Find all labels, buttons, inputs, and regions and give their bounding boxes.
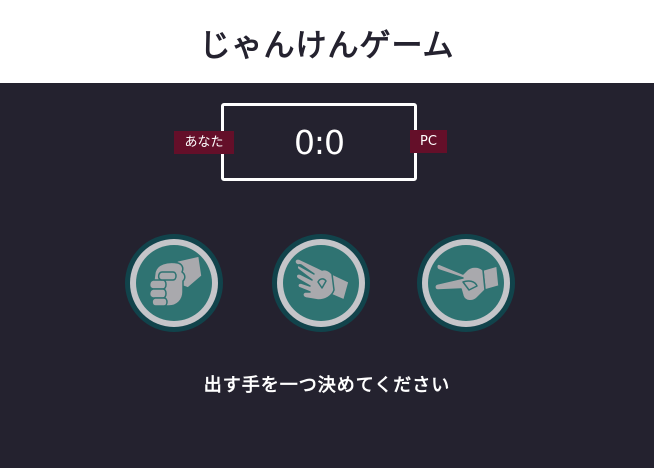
- rock-button[interactable]: [125, 234, 223, 332]
- page-title: じゃんけんゲーム: [199, 28, 455, 64]
- rock-hand-icon: [125, 234, 223, 332]
- score-display: 0:0: [293, 122, 345, 162]
- page-header: じゃんけんゲーム: [0, 0, 654, 83]
- scissors-button[interactable]: [417, 234, 515, 332]
- paper-button[interactable]: [272, 234, 370, 332]
- pc-label-badge: PC: [410, 130, 447, 153]
- instruction-message: 出す手を一つ決めてください: [203, 375, 451, 396]
- scissors-hand-icon: [417, 234, 515, 332]
- paper-hand-icon: [272, 234, 370, 332]
- user-label-badge: あなた: [174, 131, 234, 154]
- scoreboard: 0:0: [221, 103, 417, 181]
- game-area: 0:0 あなた PC 出す手を一つ決めてください: [0, 83, 654, 468]
